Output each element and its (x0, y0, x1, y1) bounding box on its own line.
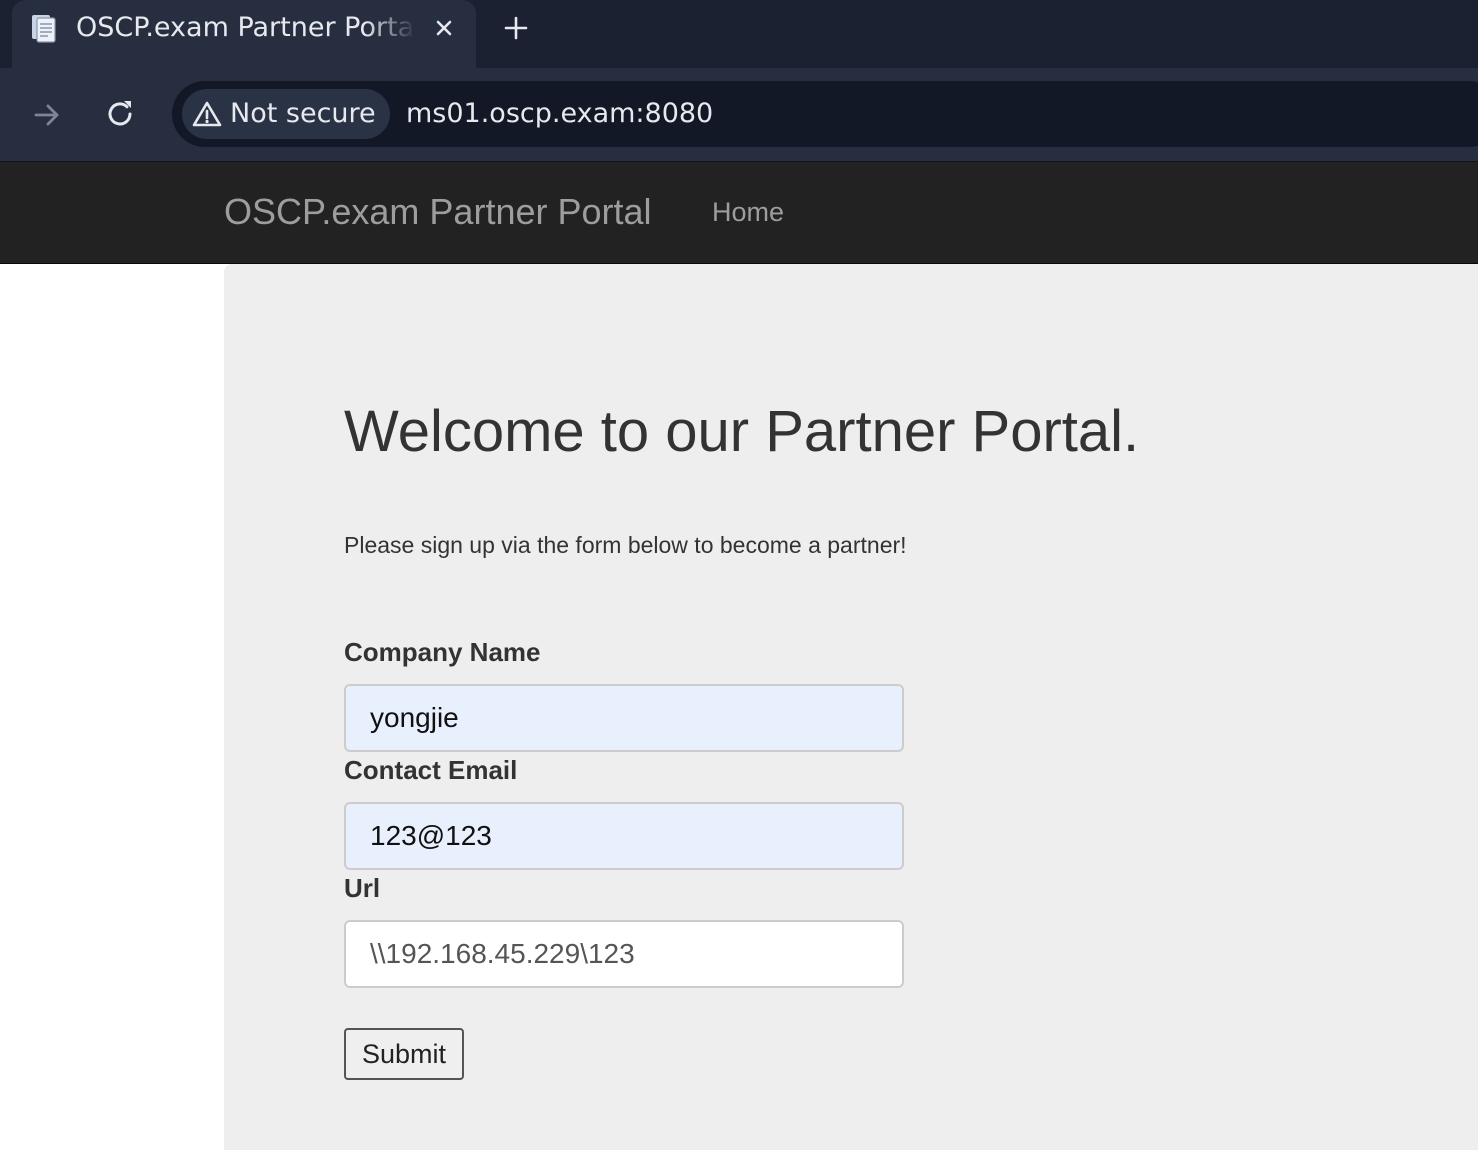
contact-email-input[interactable] (344, 802, 904, 870)
contact-email-label: Contact Email (344, 755, 518, 785)
url-text[interactable]: ms01.oscp.exam:8080 (406, 81, 713, 147)
security-label: Not secure (230, 98, 376, 129)
close-icon[interactable] (430, 14, 458, 42)
tab-title: OSCP.exam Partner Portal (76, 12, 416, 43)
page-title: Welcome to our Partner Portal. (344, 399, 1140, 464)
lead-text: Please sign up via the form below to bec… (344, 532, 907, 558)
url-input[interactable] (344, 920, 904, 988)
arrow-right-icon[interactable] (30, 98, 64, 132)
address-bar[interactable]: Not secure ms01.oscp.exam:8080 (172, 81, 1478, 147)
browser-tabstrip: OSCP.exam Partner Portal (0, 0, 1478, 68)
document-icon (32, 15, 56, 43)
url-label: Url (344, 873, 381, 903)
warning-icon (192, 101, 222, 127)
jumbotron: Welcome to our Partner Portal. Please si… (224, 264, 1478, 1150)
company-name-label: Company Name (344, 637, 541, 667)
browser-toolbar: Not secure ms01.oscp.exam:8080 (0, 68, 1478, 162)
company-name-input[interactable] (344, 684, 904, 752)
navbar-brand[interactable]: OSCP.exam Partner Portal (224, 162, 652, 264)
plus-icon[interactable] (500, 12, 532, 44)
nav-link-home[interactable]: Home (712, 162, 784, 264)
browser-tab[interactable]: OSCP.exam Partner Portal (12, 0, 476, 68)
security-indicator[interactable]: Not secure (182, 89, 390, 139)
submit-button[interactable]: Submit (344, 1028, 464, 1080)
reload-icon[interactable] (102, 96, 138, 132)
site-navbar: OSCP.exam Partner Portal Home (0, 162, 1478, 264)
